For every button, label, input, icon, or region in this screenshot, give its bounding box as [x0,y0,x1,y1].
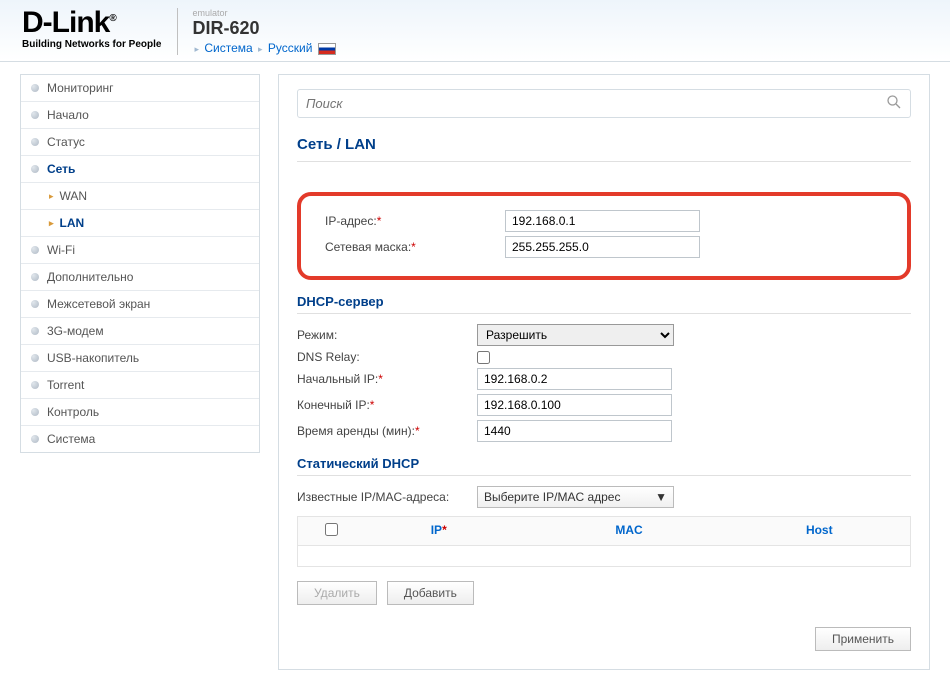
page-title: Сеть / LAN [297,136,911,162]
add-button[interactable]: Добавить [387,581,474,605]
static-dhcp-table: IP* MAC Host [297,516,911,567]
bullet-icon [31,84,39,92]
bullet-icon [31,246,39,254]
netmask-label: Сетевая маска:* [325,240,505,254]
sidebar-item-network[interactable]: Сеть [21,156,259,183]
chevron-right-icon: ▸ [49,218,54,229]
select-all-checkbox[interactable] [325,523,338,536]
crumb-system[interactable]: Система [204,41,252,55]
search-icon[interactable] [886,94,902,113]
dhcp-mode-select[interactable]: Разрешить [477,324,674,346]
logo: D-Link® Building Networks for People [22,8,161,50]
ip-address-label: IP-адрес:* [325,214,505,228]
model-block: emulator DIR-620 ▸ Система ▸ Русский [177,8,335,55]
sidebar-item-usb[interactable]: USB-накопитель [21,345,259,372]
start-ip-label: Начальный IP:* [297,372,477,386]
header: D-Link® Building Networks for People emu… [0,0,950,62]
sidebar-item-3g[interactable]: 3G-модем [21,318,259,345]
known-addresses-label: Известные IP/MAC-адреса: [297,490,477,504]
sidebar-item-torrent[interactable]: Torrent [21,372,259,399]
dns-relay-checkbox[interactable] [477,351,490,364]
chevron-right-icon: ▸ [258,44,263,54]
table-header-ip: IP* [356,523,521,539]
sidebar-item-wan[interactable]: ▸WAN [21,183,259,210]
sidebar-item-lan[interactable]: ▸LAN [21,210,259,237]
bullet-icon [31,138,39,146]
table-header-mac: MAC [521,523,736,539]
sidebar-item-start[interactable]: Начало [21,102,259,129]
bullet-icon [31,273,39,281]
start-ip-input[interactable] [477,368,672,390]
table-header-checkbox [306,523,356,539]
sidebar-item-firewall[interactable]: Межсетевой экран [21,291,259,318]
sidebar-item-status[interactable]: Статус [21,129,259,156]
crumb-language[interactable]: Русский [268,41,313,55]
dhcp-section-title: DHCP-сервер [297,294,911,314]
apply-button[interactable]: Применить [815,627,911,651]
known-addresses-select[interactable]: Выберите IP/MAC адрес ▼ [477,486,674,508]
search-input[interactable] [306,96,886,111]
dhcp-mode-label: Режим: [297,328,477,342]
bullet-icon [31,300,39,308]
bullet-icon [31,381,39,389]
dns-relay-label: DNS Relay: [297,350,477,364]
lease-time-label: Время аренды (мин):* [297,424,477,438]
end-ip-input[interactable] [477,394,672,416]
lease-time-input[interactable] [477,420,672,442]
sidebar-item-system[interactable]: Система [21,426,259,452]
bullet-icon [31,327,39,335]
bullet-icon [31,435,39,443]
bullet-icon [31,111,39,119]
breadcrumbs: ▸ Система ▸ Русский [192,41,335,55]
ip-settings-highlight: IP-адрес:* Сетевая маска:* [297,192,911,280]
static-dhcp-title: Статический DHCP [297,456,911,476]
main-content: Сеть / LAN IP-адрес:* Сетевая маска:* DH… [278,74,930,670]
sidebar: Мониторинг Начало Статус Сеть ▸WAN ▸LAN … [20,74,260,453]
bullet-icon [31,165,39,173]
sidebar-item-advanced[interactable]: Дополнительно [21,264,259,291]
delete-button[interactable]: Удалить [297,581,377,605]
netmask-input[interactable] [505,236,700,258]
flag-ru-icon [318,43,336,55]
sidebar-item-wifi[interactable]: Wi-Fi [21,237,259,264]
ip-address-input[interactable] [505,210,700,232]
sidebar-item-control[interactable]: Контроль [21,399,259,426]
table-header-host: Host [737,523,902,539]
end-ip-label: Конечный IP:* [297,398,477,412]
search-bar [297,89,911,118]
chevron-down-icon: ▼ [655,490,667,504]
bullet-icon [31,354,39,362]
bullet-icon [31,408,39,416]
sidebar-item-monitoring[interactable]: Мониторинг [21,75,259,102]
table-body [298,546,910,566]
chevron-right-icon: ▸ [49,191,54,202]
chevron-right-icon: ▸ [194,44,199,54]
